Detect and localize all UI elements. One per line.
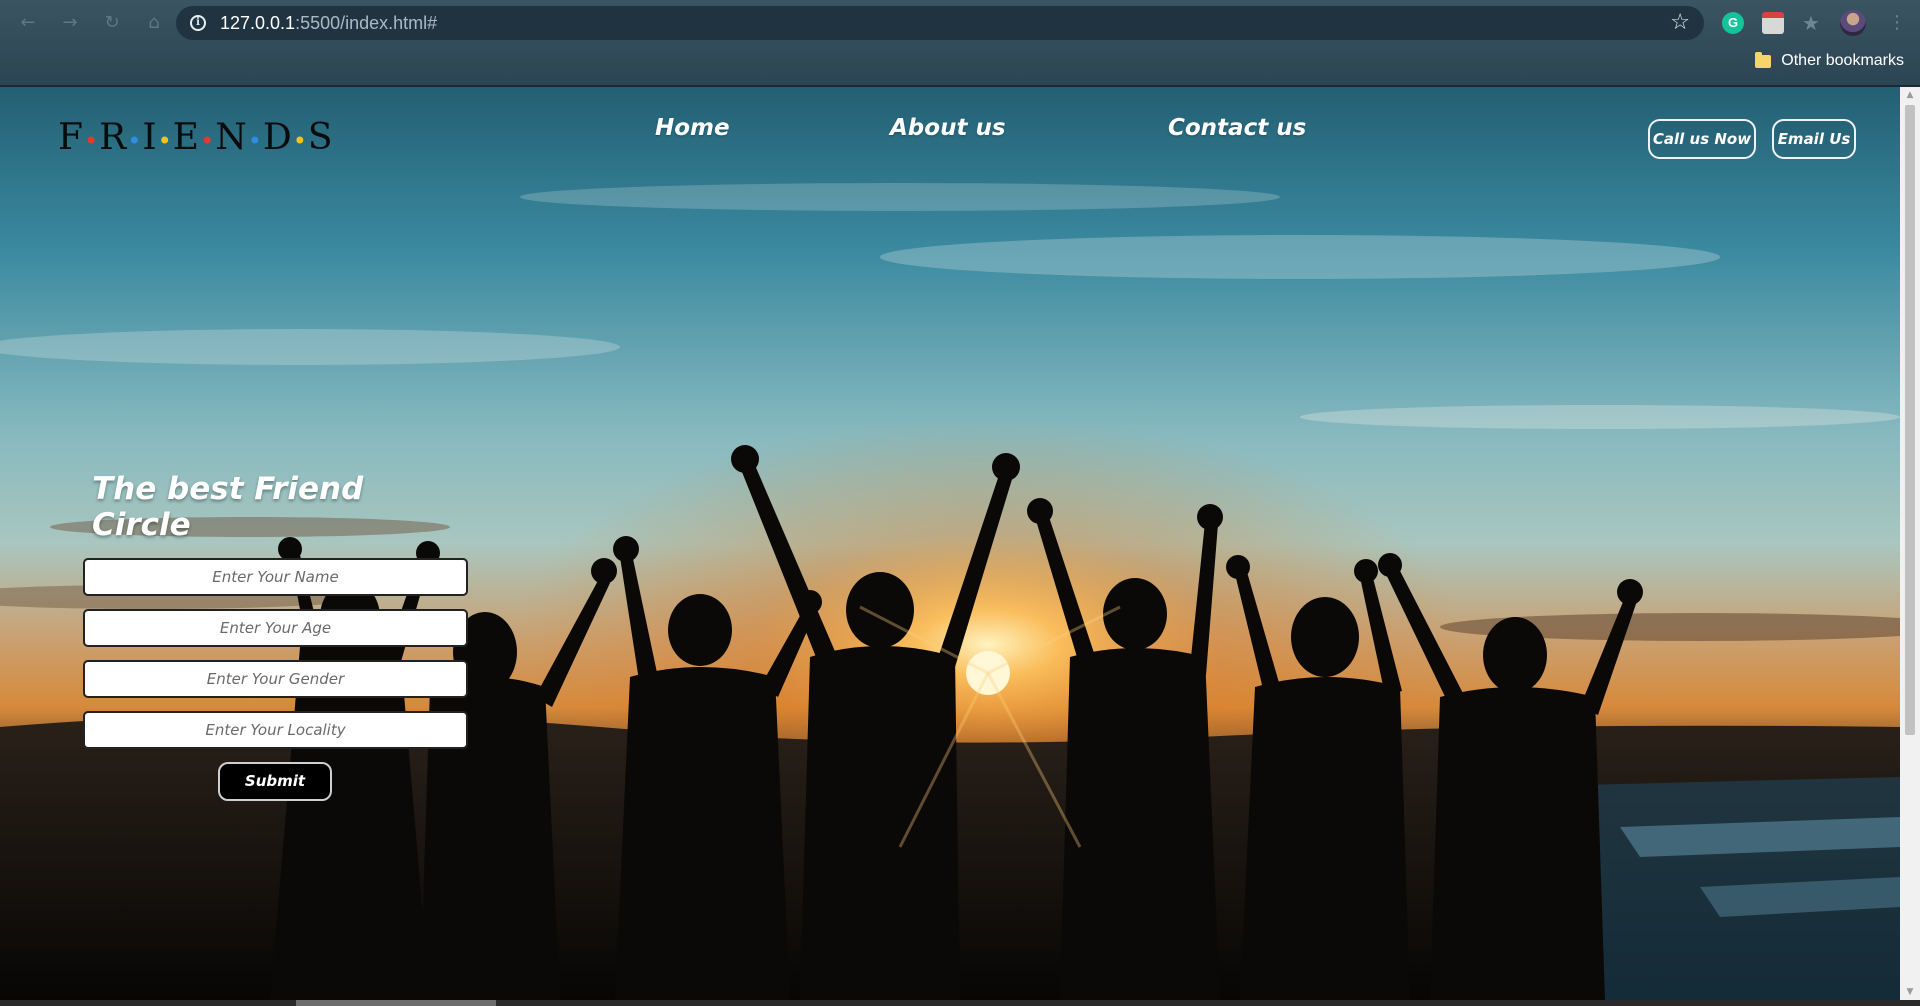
forward-icon[interactable]: → [56, 10, 84, 36]
hero-title: The best Friend Circle [92, 471, 364, 543]
bookmark-star-icon[interactable]: ☆ [1670, 10, 1690, 36]
nav-about-link[interactable]: About us [890, 115, 1006, 141]
logo-letter: D [262, 117, 293, 158]
profile-avatar[interactable] [1840, 10, 1866, 36]
call-us-button[interactable]: Call us Now [1648, 119, 1756, 159]
url-host: 127.0.0.1 [220, 12, 296, 33]
site-info-icon[interactable]: i [190, 15, 206, 31]
locality-input[interactable] [83, 711, 468, 749]
url-path: :5500/index.html# [295, 12, 438, 33]
horizontal-scrollbar[interactable] [0, 1000, 1920, 1006]
browser-menu-icon[interactable]: ⋮ [1888, 12, 1910, 34]
email-us-button[interactable]: Email Us [1772, 119, 1856, 159]
gender-input[interactable] [83, 660, 468, 698]
vertical-scrollbar-thumb[interactable] [1905, 105, 1915, 735]
logo-letter: E [172, 117, 201, 158]
extension-puzzle-icon[interactable]: ★ [1800, 12, 1822, 34]
vertical-scrollbar[interactable]: ▲ ▼ [1900, 87, 1920, 1000]
back-icon[interactable]: ← [14, 10, 42, 36]
logo-letter: N [215, 117, 248, 158]
horizontal-scrollbar-thumb[interactable] [296, 1000, 496, 1006]
reload-icon[interactable]: ↻ [98, 10, 126, 36]
age-input[interactable] [83, 609, 468, 647]
logo-dot: • [157, 127, 173, 155]
logo-dot: • [292, 127, 308, 155]
logo-dot: • [83, 127, 100, 155]
submit-button[interactable]: Submit [218, 762, 332, 801]
logo-letter: S [307, 117, 334, 158]
logo-letter: F [58, 117, 84, 158]
name-input[interactable] [83, 558, 468, 596]
logo-letter: R [99, 117, 128, 158]
browser-toolbar: ← → ↻ ⌂ i 127.0.0.1:5500/index.html# ☆ G… [0, 0, 1920, 86]
page-viewport: F•R•I•E•N•D•S Home About us Contact us C… [0, 87, 1900, 1000]
logo-letter: I [142, 117, 158, 158]
scroll-up-icon[interactable]: ▲ [1900, 87, 1920, 103]
logo-dot: • [200, 127, 216, 155]
browser-nav-buttons: ← → ↻ ⌂ [14, 10, 168, 36]
address-bar[interactable]: i 127.0.0.1:5500/index.html# ☆ [176, 6, 1704, 40]
home-icon[interactable]: ⌂ [140, 10, 168, 36]
extension-icon[interactable] [1762, 12, 1784, 34]
nav-contact-link[interactable]: Contact us [1168, 115, 1306, 141]
other-bookmarks-label: Other bookmarks [1781, 52, 1904, 69]
url-text[interactable]: 127.0.0.1:5500/index.html# [220, 13, 437, 34]
logo-dot: • [127, 127, 143, 155]
logo-dot: • [247, 127, 263, 155]
grammarly-extension-icon[interactable]: G [1722, 12, 1744, 34]
nav-home-link[interactable]: Home [655, 115, 730, 141]
folder-icon [1755, 51, 1772, 68]
bookmarks-bar[interactable]: Other bookmarks [1755, 51, 1904, 70]
friends-logo[interactable]: F•R•I•E•N•D•S [58, 117, 334, 158]
hero-background-image [0, 87, 1900, 1000]
scroll-down-icon[interactable]: ▼ [1900, 984, 1920, 1000]
